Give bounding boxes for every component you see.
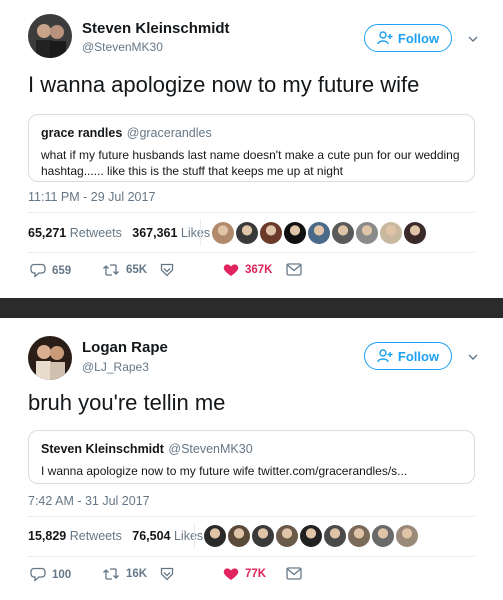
- quoted-tweet-text: I wanna apologize now to my future wife …: [41, 464, 408, 478]
- envelope-icon: [286, 567, 302, 580]
- timestamp[interactable]: 11:11 PM - 29 Jul 2017: [28, 190, 155, 204]
- divider: [28, 212, 475, 213]
- message-button[interactable]: [160, 263, 174, 277]
- liker-avatar[interactable]: [404, 222, 426, 244]
- quoted-user-name: grace randles: [41, 126, 123, 140]
- reply-icon: [30, 567, 46, 582]
- chevron-down-icon[interactable]: [466, 350, 480, 364]
- retweet-count: 65K: [126, 264, 148, 276]
- quoted-tweet[interactable]: grace randles @gracerandles what if my f…: [28, 114, 475, 182]
- retweet-icon: [103, 568, 119, 580]
- like-count: 367K: [245, 264, 273, 276]
- tweet-stats: 15,829 Retweets 76,504 Likes: [28, 529, 203, 543]
- liker-avatar[interactable]: [300, 525, 322, 547]
- likes-count: 76,504: [132, 529, 171, 543]
- liker-avatar[interactable]: [284, 222, 306, 244]
- likes-label: Likes: [180, 226, 211, 240]
- like-button[interactable]: 77K: [223, 567, 266, 581]
- reply-button[interactable]: 100: [30, 567, 71, 582]
- liker-avatar[interactable]: [252, 525, 274, 547]
- direct-message-button[interactable]: [286, 567, 302, 580]
- retweet-icon: [103, 264, 119, 276]
- retweet-button[interactable]: 16K: [102, 567, 147, 581]
- liker-avatar[interactable]: [204, 525, 226, 547]
- liker-avatar[interactable]: [308, 222, 330, 244]
- liker-avatar[interactable]: [396, 525, 418, 547]
- follow-label: Follow: [397, 348, 440, 364]
- add-user-icon: [377, 31, 393, 45]
- user-handle[interactable]: @StevenMK30: [82, 40, 163, 54]
- quoted-tweet-text: what if my future husbands last name doe…: [41, 148, 460, 178]
- likes-stat[interactable]: 367,361 Likes: [132, 226, 210, 240]
- liker-avatar[interactable]: [228, 525, 250, 547]
- like-count: 77K: [245, 568, 267, 580]
- user-name[interactable]: Steven Kleinschmidt: [82, 20, 230, 37]
- divider: [200, 220, 201, 246]
- liker-avatar[interactable]: [348, 525, 370, 547]
- quoted-user-name: Steven Kleinschmidt: [41, 442, 164, 456]
- likers-avatars: [212, 222, 426, 244]
- liker-avatar[interactable]: [356, 222, 378, 244]
- liker-avatar[interactable]: [236, 222, 258, 244]
- reply-count: 100: [52, 568, 72, 581]
- follow-label: Follow: [397, 30, 440, 46]
- likes-stat[interactable]: 76,504 Likes: [132, 529, 203, 543]
- chevron-down-icon[interactable]: [466, 32, 480, 46]
- reply-count: 659: [52, 264, 72, 277]
- divider: [28, 556, 475, 557]
- direct-message-button[interactable]: [286, 263, 302, 276]
- tweet-card-1: Steven Kleinschmidt @StevenMK30 Follow I…: [0, 0, 503, 298]
- retweet-count: 16K: [126, 568, 148, 580]
- reply-button[interactable]: 659: [30, 263, 71, 278]
- quoted-user-handle: @gracerandles: [126, 126, 212, 140]
- liker-avatar[interactable]: [332, 222, 354, 244]
- retweets-label: Retweets: [69, 529, 122, 543]
- user-name[interactable]: Logan Rape: [82, 339, 168, 356]
- tweet-text: I wanna apologize now to my future wife: [28, 72, 420, 97]
- reply-icon: [30, 263, 46, 278]
- divider: [194, 523, 195, 549]
- likers-avatars: [204, 525, 418, 547]
- message-button[interactable]: [160, 567, 174, 581]
- timestamp[interactable]: 7:42 AM - 31 Jul 2017: [28, 494, 150, 508]
- like-button[interactable]: 367K: [223, 263, 273, 277]
- shield-icon: [160, 567, 174, 581]
- tweet-stats: 65,271 Retweets 367,361 Likes: [28, 226, 210, 240]
- likes-label: Likes: [173, 529, 204, 543]
- liker-avatar[interactable]: [380, 222, 402, 244]
- heart-icon: [223, 264, 239, 276]
- divider: [28, 252, 475, 253]
- shield-icon: [160, 263, 174, 277]
- heart-icon: [223, 568, 239, 580]
- retweets-count: 65,271: [28, 226, 67, 240]
- liker-avatar[interactable]: [260, 222, 282, 244]
- liker-avatar[interactable]: [212, 222, 234, 244]
- tweet-text: bruh you're tellin me: [28, 390, 226, 415]
- retweet-stat[interactable]: 15,829 Retweets: [28, 529, 122, 543]
- envelope-icon: [286, 263, 302, 276]
- add-user-icon: [377, 349, 393, 363]
- retweets-label: Retweets: [69, 226, 122, 240]
- quoted-user-handle: @StevenMK30: [168, 442, 253, 456]
- retweet-button[interactable]: 65K: [102, 263, 147, 277]
- liker-avatar[interactable]: [324, 525, 346, 547]
- liker-avatar[interactable]: [372, 525, 394, 547]
- likes-count: 367,361: [132, 226, 178, 240]
- quoted-tweet[interactable]: Steven Kleinschmidt @StevenMK30 I wanna …: [28, 430, 475, 484]
- follow-button[interactable]: Follow: [364, 24, 452, 52]
- user-handle[interactable]: @LJ_Rape3: [82, 360, 149, 374]
- retweets-count: 15,829: [28, 529, 67, 543]
- liker-avatar[interactable]: [276, 525, 298, 547]
- tweet-card-2: Logan Rape @LJ_Rape3 Follow bruh you're …: [0, 318, 503, 600]
- divider: [28, 516, 475, 517]
- avatar[interactable]: [28, 14, 72, 58]
- avatar[interactable]: [28, 336, 72, 380]
- retweet-stat[interactable]: 65,271 Retweets: [28, 226, 122, 240]
- follow-button[interactable]: Follow: [364, 342, 452, 370]
